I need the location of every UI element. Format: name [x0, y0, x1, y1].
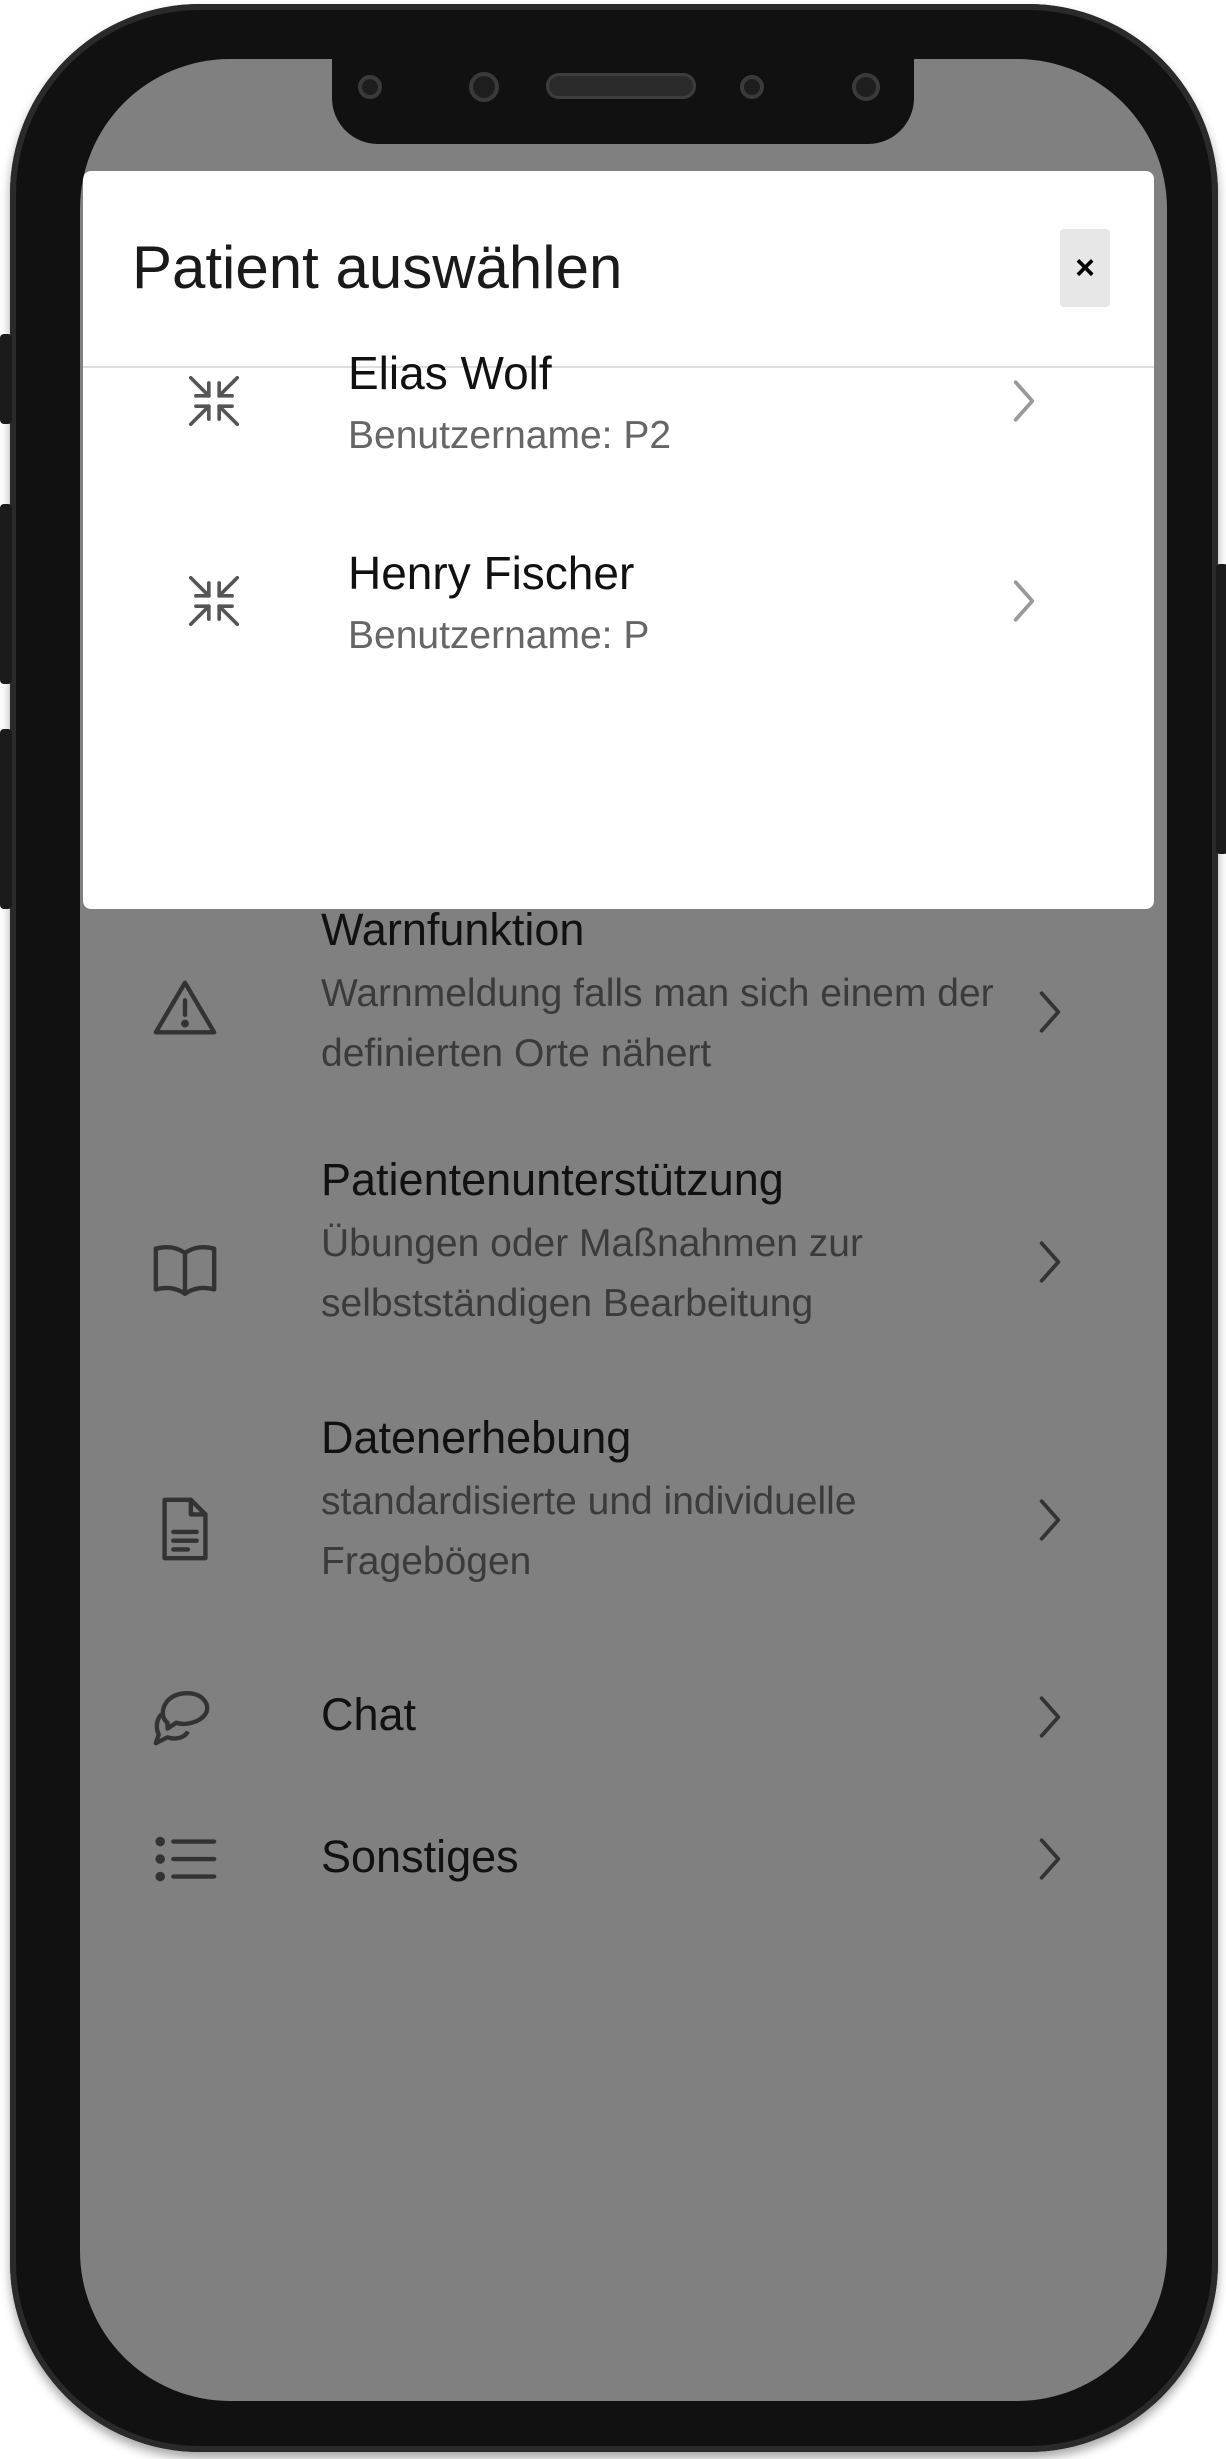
compress-arrows-icon: [183, 370, 245, 432]
speaker-grille: [546, 73, 696, 99]
side-button-volume-down: [0, 729, 12, 909]
document-icon: [150, 1494, 220, 1564]
menu-item-patientenunterstuetzung[interactable]: Patientenunterstützung Übungen oder Maßn…: [80, 1154, 1167, 1394]
patient-select-modal: Patient auswählen × Elias Wolf Benutzern…: [83, 171, 1154, 909]
chevron-right-icon: [1030, 1692, 1070, 1742]
patient-username: Benutzername: P2: [348, 414, 672, 457]
patient-item[interactable]: Henry Fischer Benutzername: P: [83, 506, 1154, 696]
phone-frame: Warnfunktion Warnmeldung falls man sich …: [0, 4, 1226, 2452]
chat-icon: [150, 1679, 220, 1749]
chevron-right-icon: [1030, 1237, 1070, 1287]
menu-item-description: Übungen oder Maßnahmen zur selbstständig…: [321, 1222, 863, 1325]
chevron-right-icon: [1030, 1495, 1070, 1545]
menu-item-title: Chat: [321, 1689, 417, 1740]
patient-username: Benutzername: P: [348, 614, 650, 657]
menu-item-title: Patientenunterstützung: [321, 1154, 784, 1205]
screen: Warnfunktion Warnmeldung falls man sich …: [80, 59, 1167, 2401]
patient-name: Elias Wolf: [348, 347, 552, 399]
menu-item-title: Sonstiges: [321, 1831, 519, 1882]
chevron-right-icon: [1006, 576, 1042, 626]
sensor-icon: [469, 72, 499, 102]
camera-icon: [740, 75, 764, 99]
notch: [332, 59, 914, 144]
side-button-silent: [0, 334, 12, 424]
chevron-right-icon: [1030, 1834, 1070, 1884]
menu-item-title: Warnfunktion: [321, 904, 585, 955]
compress-arrows-icon: [183, 570, 245, 632]
patient-name: Henry Fischer: [348, 547, 635, 599]
menu-item-description: Warnmeldung falls man sich einem der def…: [321, 972, 994, 1075]
close-button[interactable]: ×: [1060, 229, 1110, 307]
warning-icon: [150, 974, 220, 1044]
sensor-icon: [852, 73, 880, 101]
chevron-right-icon: [1030, 987, 1070, 1037]
side-button-power: [1216, 564, 1226, 854]
side-button-volume-up: [0, 504, 12, 684]
modal-title: Patient auswählen: [132, 234, 623, 301]
list-icon: [150, 1824, 220, 1894]
menu-item-description: standardisierte und individuelle Fragebö…: [321, 1480, 857, 1583]
menu-item-chat[interactable]: Chat: [80, 1669, 1167, 1779]
menu-item-sonstiges[interactable]: Sonstiges: [80, 1809, 1167, 1919]
menu-item-title: Datenerhebung: [321, 1412, 632, 1463]
patient-item[interactable]: Elias Wolf Benutzername: P2: [83, 306, 1154, 496]
menu-item-datenerhebung[interactable]: Datenerhebung standardisierte und indivi…: [80, 1412, 1167, 1652]
book-icon: [150, 1234, 220, 1304]
menu-item-warnfunktion[interactable]: Warnfunktion Warnmeldung falls man sich …: [80, 889, 1167, 1129]
chevron-right-icon: [1006, 376, 1042, 426]
camera-icon: [358, 75, 382, 99]
